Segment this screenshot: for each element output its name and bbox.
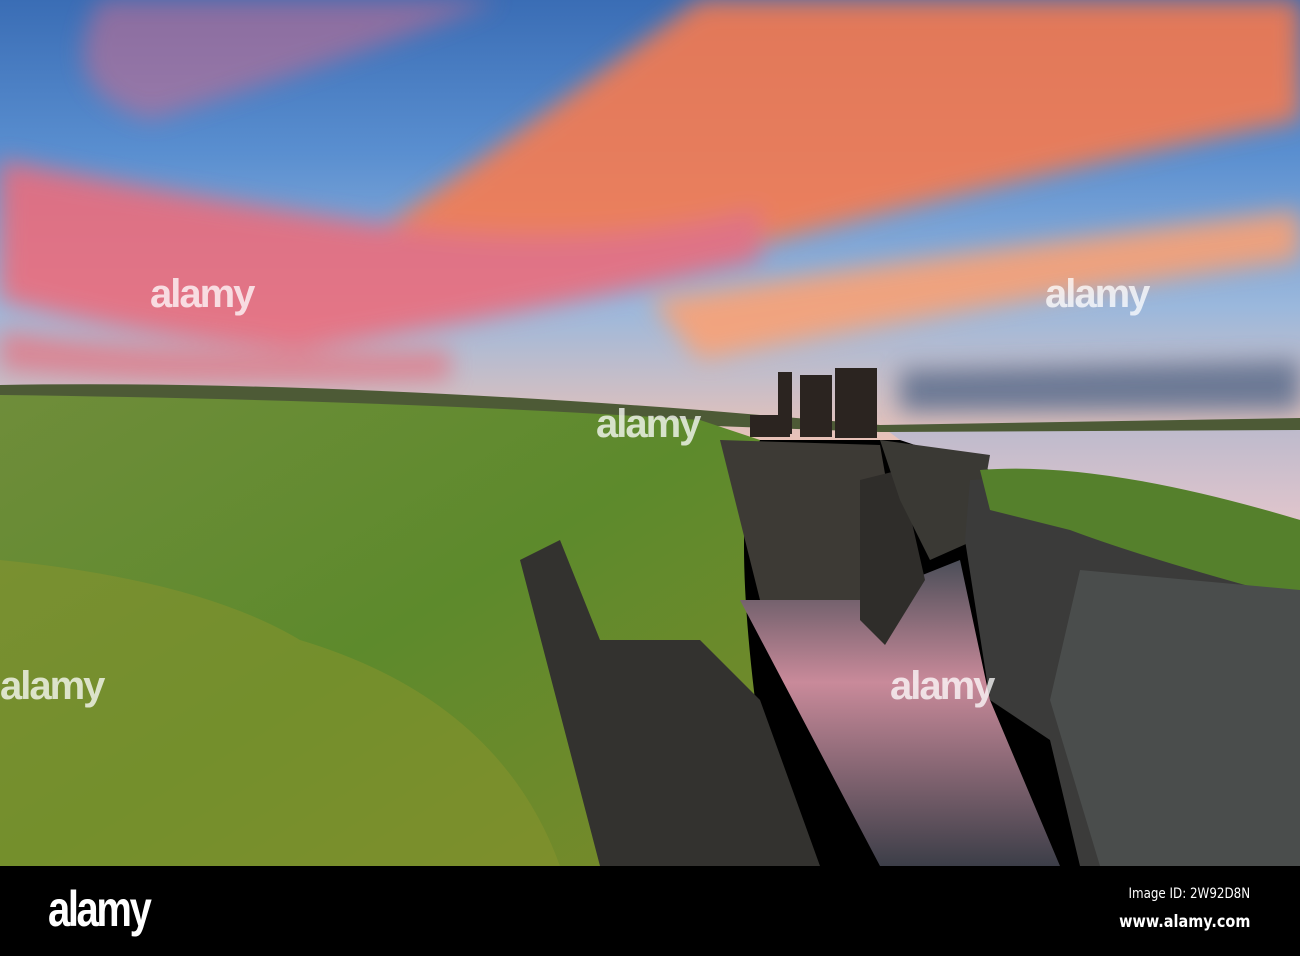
image-id: Image ID: 2W92D8N (1128, 886, 1250, 902)
watermark: alamy (890, 664, 995, 708)
site-url: www.alamy.com (1118, 912, 1250, 932)
watermark: alamy (150, 272, 255, 316)
stock-photo: alamy alamy alamy alamy alamy alamy Imag… (0, 0, 1300, 956)
watermark: alamy (596, 402, 701, 446)
alamy-logo: alamy (48, 881, 152, 937)
watermark: alamy (0, 664, 105, 708)
watermark: alamy (1045, 272, 1150, 316)
footer-bar: alamy Image ID: 2W92D8N www.alamy.com (0, 866, 1300, 956)
